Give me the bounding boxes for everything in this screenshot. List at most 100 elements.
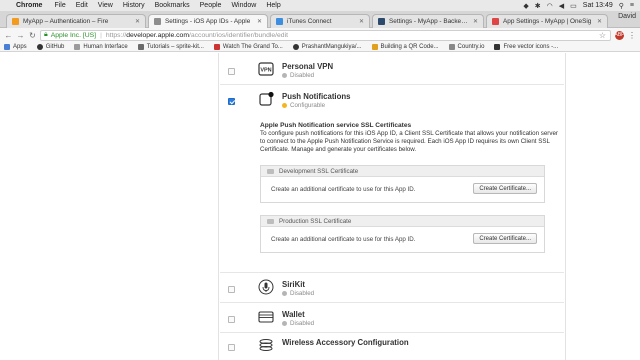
svg-text:VPN: VPN — [260, 68, 271, 74]
panel-description: Create an additional certificate to use … — [271, 236, 416, 243]
content-left-border — [218, 53, 219, 360]
menu-edit[interactable]: Edit — [76, 2, 88, 9]
bookmark-apps[interactable]: Apps — [4, 43, 27, 50]
push-notifications-icon — [258, 91, 274, 107]
bookmark-label: Building a QR Code... — [380, 43, 439, 50]
bookmark-free-vector-icons[interactable]: Free vector icons -... — [494, 43, 558, 50]
menu-help[interactable]: Help — [266, 2, 280, 9]
menu-app-name[interactable]: Chrome — [16, 2, 42, 9]
production-ssl-certificate-panel: Production SSL Certificate Create an add… — [260, 215, 545, 253]
menu-file[interactable]: File — [54, 2, 65, 9]
document-icon — [448, 43, 455, 50]
sirikit-checkbox[interactable] — [228, 286, 235, 293]
dropbox-icon[interactable]: ◆ — [523, 2, 528, 10]
tab-ios-app-ids[interactable]: Settings - iOS App IDs - Apple ✕ — [148, 14, 268, 28]
url-path: /account/ios/identifier/bundle/edit — [188, 31, 288, 39]
service-name: Wireless Accessory Configuration — [282, 338, 409, 347]
spotlight-search-icon[interactable]: ⚲ — [619, 2, 624, 10]
chrome-menu-icon[interactable]: ⋮ — [628, 31, 636, 40]
tab-label: iTunes Connect — [287, 18, 332, 25]
close-icon[interactable]: ✕ — [359, 18, 364, 25]
wifi-icon[interactable]: ◠ — [547, 2, 553, 10]
macos-menu-bar: Chrome File Edit View History Bookmarks … — [0, 0, 640, 11]
volume-icon[interactable]: ◀ — [559, 2, 564, 10]
bookmark-qr-code[interactable]: Building a QR Code... — [371, 43, 439, 50]
close-icon[interactable]: ✕ — [135, 18, 140, 25]
bookmark-label: PrashantMangukiya/... — [301, 43, 362, 50]
battery-icon[interactable]: ▭ — [570, 2, 577, 10]
status-label: Disabled — [290, 320, 315, 327]
wireless-accessory-checkbox[interactable] — [228, 344, 235, 351]
push-ssl-description: To configure push notifications for this… — [260, 130, 558, 153]
bookmark-tutorials[interactable]: Tutorials – sprite-kit... — [137, 43, 204, 50]
menu-people[interactable]: People — [200, 2, 222, 9]
menu-bookmarks[interactable]: Bookmarks — [155, 2, 190, 9]
folder-icon — [267, 218, 274, 224]
tab-label: Settings - MyApp - Backendless — [389, 18, 470, 25]
back-icon[interactable]: ← — [4, 31, 13, 40]
vpn-icon: VPN — [258, 61, 274, 77]
close-icon[interactable]: ✕ — [597, 18, 602, 25]
tab-label: MyApp – Authentication – Fire — [23, 18, 109, 25]
adblock-extension-icon[interactable]: ABP — [615, 30, 625, 40]
personal-vpn-checkbox[interactable] — [228, 68, 235, 75]
bookmark-prashantmangukiya[interactable]: PrashantMangukiya/... — [292, 43, 362, 50]
status-dot-icon — [282, 291, 287, 296]
close-icon[interactable]: ✕ — [473, 18, 478, 25]
menubar-clock[interactable]: Sat 13:49 — [583, 2, 613, 9]
bookmark-label: GitHub — [45, 43, 65, 50]
wallet-checkbox[interactable] — [228, 316, 235, 323]
tab-backendless-settings[interactable]: Settings - MyApp - Backendless ✕ — [372, 14, 484, 28]
tab-onesignal-settings[interactable]: App Settings - MyApp | OneSig ✕ — [486, 14, 608, 28]
reload-icon[interactable]: ↻ — [28, 31, 37, 40]
development-ssl-body: Create an additional certificate to use … — [261, 177, 544, 202]
bookmark-watch-grand-tour[interactable]: Watch The Grand To... — [213, 43, 283, 50]
address-bar[interactable]: 🔒︎ Apple Inc. [US] | https:// developer.… — [40, 29, 611, 41]
panel-title: Production SSL Certificate — [279, 217, 352, 225]
tab-myapp-authentication[interactable]: MyApp – Authentication – Fire ✕ — [6, 14, 146, 28]
push-ssl-section-title: Apple Push Notification service SSL Cert… — [260, 122, 412, 129]
forward-icon[interactable]: → — [16, 31, 25, 40]
bookmark-label: Human Interface — [83, 43, 128, 50]
menu-window[interactable]: Window — [231, 2, 256, 9]
wireless-accessory-icon — [258, 337, 274, 353]
bookmarks-bar: Apps GitHub Human Interface Tutorials – … — [0, 42, 640, 52]
status-label: Disabled — [290, 72, 315, 79]
chrome-profile-name[interactable]: David — [618, 13, 636, 20]
itunes-connect-favicon-icon — [276, 18, 283, 25]
menu-view[interactable]: View — [98, 2, 113, 9]
site-identity-label[interactable]: Apple Inc. [US] — [51, 32, 96, 39]
bookmark-label: Watch The Grand To... — [222, 43, 283, 50]
close-icon[interactable]: ✕ — [257, 18, 262, 25]
bookmark-star-icon[interactable]: ☆ — [599, 31, 606, 40]
content-right-border — [565, 53, 566, 360]
create-production-certificate-button[interactable]: Create Certificate... — [473, 233, 537, 244]
bluetooth-icon[interactable]: ✱ — [535, 2, 541, 10]
tab-label: App Settings - MyApp | OneSig — [503, 18, 592, 25]
status-dot-icon — [282, 73, 287, 78]
notification-center-icon[interactable]: ≡ — [630, 2, 634, 9]
panel-title: Development SSL Certificate — [279, 167, 359, 175]
row-divider — [220, 272, 564, 273]
development-ssl-header[interactable]: Development SSL Certificate — [261, 166, 544, 177]
create-development-certificate-button[interactable]: Create Certificate... — [473, 183, 537, 194]
status-label: Disabled — [290, 290, 315, 297]
bookmark-label: Country.io — [457, 43, 485, 50]
row-divider — [220, 84, 564, 85]
tab-itunes-connect[interactable]: iTunes Connect ✕ — [270, 14, 370, 28]
push-notifications-checkbox[interactable] — [228, 98, 235, 105]
row-divider — [220, 302, 564, 303]
bookmark-label: Tutorials – sprite-kit... — [146, 43, 204, 50]
bookmark-human-interface[interactable]: Human Interface — [74, 43, 128, 50]
github-icon — [36, 43, 43, 50]
url-scheme: https:// — [105, 31, 127, 39]
menu-history[interactable]: History — [123, 2, 145, 9]
bookmark-country-io[interactable]: Country.io — [448, 43, 485, 50]
lock-icon[interactable]: 🔒︎ — [44, 31, 48, 39]
production-ssl-body: Create an additional certificate to use … — [261, 227, 544, 252]
url-host: developer.apple.com — [126, 31, 189, 39]
bookmark-github[interactable]: GitHub — [36, 43, 65, 50]
production-ssl-header[interactable]: Production SSL Certificate — [261, 216, 544, 227]
address-separator: | — [100, 31, 102, 39]
service-status: Disabled — [282, 290, 314, 297]
